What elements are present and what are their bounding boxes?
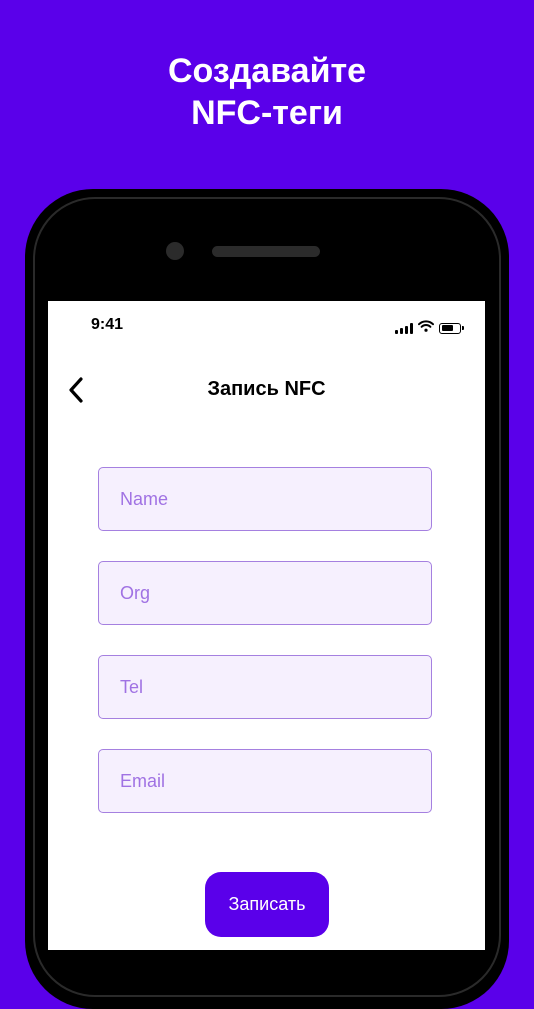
promo-headline-line2: NFC-теги <box>191 94 343 132</box>
name-field[interactable] <box>98 467 432 531</box>
promo-headline: Создавайте NFC-теги <box>0 50 534 134</box>
wifi-icon <box>418 319 434 337</box>
email-field[interactable] <box>98 749 432 813</box>
phone-screen: 9:41 Запись NFC Записать <box>48 301 485 950</box>
page-title: Запись NFC <box>207 378 326 400</box>
battery-icon <box>439 322 464 334</box>
status-time: 9:41 <box>91 316 124 333</box>
signal-icon <box>395 322 413 334</box>
tel-field[interactable] <box>98 655 432 719</box>
phone-speaker <box>212 246 320 257</box>
phone-camera <box>166 242 184 260</box>
status-icons <box>395 319 464 337</box>
write-button[interactable]: Записать <box>205 872 329 937</box>
promo-headline-line1: Создавайте <box>167 52 367 90</box>
org-field[interactable] <box>98 561 432 625</box>
